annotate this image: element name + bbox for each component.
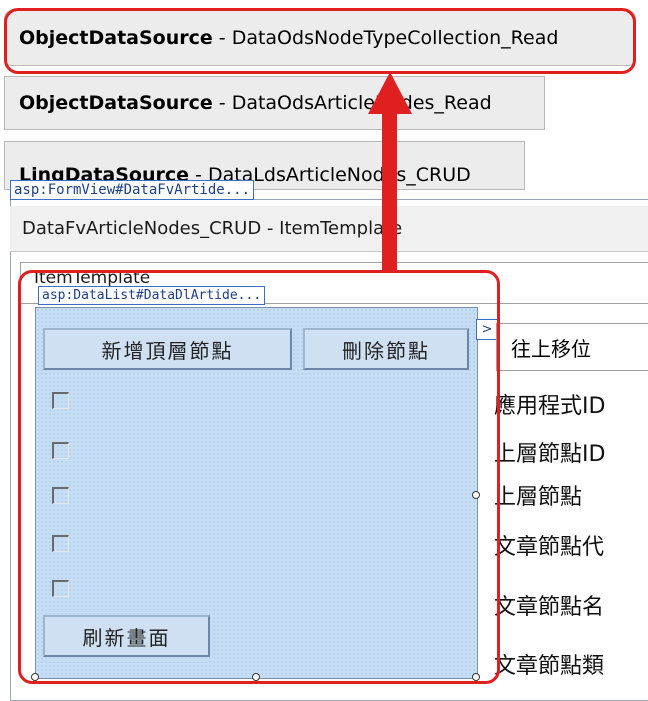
field-label: 上層節點ID: [494, 442, 606, 467]
formview-header: DataFvArticleNodes_CRUD - ItemTemplate: [10, 206, 648, 252]
datasource-article-nodes-read[interactable]: ObjectDataSource - DataOdsArticleNodes_R…: [4, 76, 545, 130]
field-label: 文章節點代: [494, 535, 605, 560]
formview-tag[interactable]: asp:FormView#DataFvArtide...: [10, 180, 255, 200]
field-label: 應用程式ID: [494, 394, 606, 419]
formview-header-text: DataFvArticleNodes_CRUD - ItemTemplate: [22, 218, 403, 239]
arrow-up-icon: [368, 72, 412, 114]
arrow-up-icon-shaft: [382, 110, 397, 272]
move-up-label: 往上移位: [511, 336, 591, 361]
move-up-button[interactable]: 往上移位: [496, 323, 648, 371]
highlight-box: [18, 270, 500, 684]
separator: -: [218, 92, 226, 114]
datasource-name: DataOdsArticleNodes_Read: [231, 92, 492, 114]
field-label: 文章節點類: [494, 654, 605, 679]
highlight-box: [4, 8, 636, 74]
datasource-type: ObjectDataSource: [19, 92, 213, 114]
field-label: 上層節點: [494, 485, 583, 510]
field-label: 文章節點名: [494, 595, 605, 620]
